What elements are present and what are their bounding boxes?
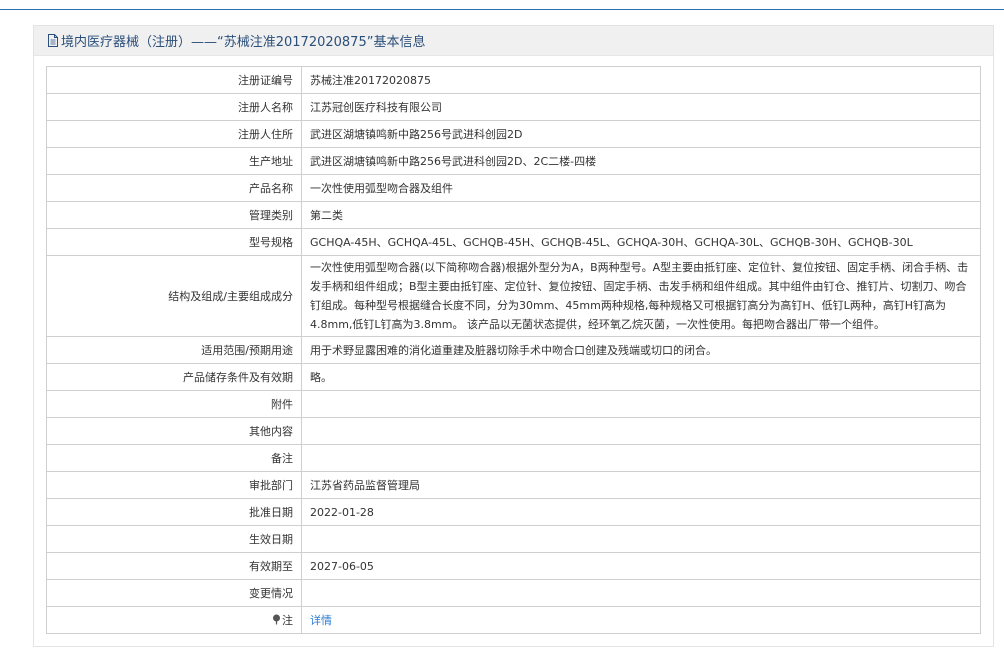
panel-title: 境内医疗器械（注册）——“苏械注准20172020875”基本信息: [61, 35, 426, 50]
row-label: 附件: [46, 390, 302, 418]
document-icon: [48, 34, 58, 47]
table-row: 审批部门 江苏省药品监督管理局: [46, 471, 981, 499]
row-label: 备注: [46, 444, 302, 472]
row-label: 批准日期: [46, 498, 302, 526]
table-row-note: 注 详情: [46, 606, 981, 634]
table-row: 生效日期: [46, 525, 981, 553]
row-label: 适用范围/预期用途: [46, 336, 302, 364]
row-value: 用于术野显露困难的消化道重建及脏器切除手术中吻合口创建及残端或切口的闭合。: [301, 336, 981, 364]
row-label: 注册证编号: [46, 66, 302, 94]
info-panel: 境内医疗器械（注册）——“苏械注准20172020875”基本信息 注册证编号 …: [33, 25, 994, 647]
row-label: 注册人住所: [46, 120, 302, 148]
row-value: [301, 579, 981, 607]
row-label: 变更情况: [46, 579, 302, 607]
row-label: 生效日期: [46, 525, 302, 553]
row-value: 武进区湖塘镇鸣新中路256号武进科创园2D、2C二楼-四楼: [301, 147, 981, 175]
table-row: 变更情况: [46, 579, 981, 607]
row-value: [301, 417, 981, 445]
table-row: 型号规格 GCHQA-45H、GCHQA-45L、GCHQB-45H、GCHQB…: [46, 228, 981, 256]
row-label: 生产地址: [46, 147, 302, 175]
row-value: 江苏省药品监督管理局: [301, 471, 981, 499]
table-row: 附件: [46, 390, 981, 418]
row-label: 型号规格: [46, 228, 302, 256]
table-row: 适用范围/预期用途 用于术野显露困难的消化道重建及脏器切除手术中吻合口创建及残端…: [46, 336, 981, 364]
note-label-cell: 注: [46, 606, 302, 634]
row-label: 产品名称: [46, 174, 302, 202]
row-value: 苏械注准20172020875: [301, 66, 981, 94]
row-value: 第二类: [301, 201, 981, 229]
row-value: [301, 444, 981, 472]
note-label: 注: [282, 614, 293, 627]
row-label: 产品储存条件及有效期: [46, 363, 302, 391]
pin-icon: [273, 614, 280, 625]
table-row: 产品名称 一次性使用弧型吻合器及组件: [46, 174, 981, 202]
row-label: 有效期至: [46, 552, 302, 580]
row-value: [301, 390, 981, 418]
row-value: 2022-01-28: [301, 498, 981, 526]
row-label: 注册人名称: [46, 93, 302, 121]
table-row: 结构及组成/主要组成成分 一次性使用弧型吻合器(以下简称吻合器)根据外型分为A，…: [46, 255, 981, 337]
table-row: 批准日期 2022-01-28: [46, 498, 981, 526]
table-row: 有效期至 2027-06-05: [46, 552, 981, 580]
row-value: 武进区湖塘镇鸣新中路256号武进科创园2D: [301, 120, 981, 148]
table-row: 产品储存条件及有效期 略。: [46, 363, 981, 391]
row-value: GCHQA-45H、GCHQA-45L、GCHQB-45H、GCHQB-45L、…: [301, 228, 981, 256]
row-value: 略。: [301, 363, 981, 391]
details-link[interactable]: 详情: [310, 614, 332, 627]
table-row: 管理类别 第二类: [46, 201, 981, 229]
panel-title-bar: 境内医疗器械（注册）——“苏械注准20172020875”基本信息: [34, 26, 993, 56]
row-value: 江苏冠创医疗科技有限公司: [301, 93, 981, 121]
table-row: 其他内容: [46, 417, 981, 445]
top-divider: [0, 9, 1004, 10]
table-row: 注册人住所 武进区湖塘镇鸣新中路256号武进科创园2D: [46, 120, 981, 148]
row-value: 一次性使用弧型吻合器及组件: [301, 174, 981, 202]
table-row: 注册人名称 江苏冠创医疗科技有限公司: [46, 93, 981, 121]
info-table: 注册证编号 苏械注准20172020875 注册人名称 江苏冠创医疗科技有限公司…: [46, 66, 981, 634]
table-row: 生产地址 武进区湖塘镇鸣新中路256号武进科创园2D、2C二楼-四楼: [46, 147, 981, 175]
row-value: [301, 525, 981, 553]
row-label: 其他内容: [46, 417, 302, 445]
row-label: 审批部门: [46, 471, 302, 499]
table-row: 备注: [46, 444, 981, 472]
row-label: 结构及组成/主要组成成分: [46, 255, 302, 337]
row-value: 2027-06-05: [301, 552, 981, 580]
note-value-cell: 详情: [301, 606, 981, 634]
row-label: 管理类别: [46, 201, 302, 229]
table-row: 注册证编号 苏械注准20172020875: [46, 66, 981, 94]
row-value: 一次性使用弧型吻合器(以下简称吻合器)根据外型分为A，B两种型号。A型主要由抵钉…: [301, 255, 981, 337]
